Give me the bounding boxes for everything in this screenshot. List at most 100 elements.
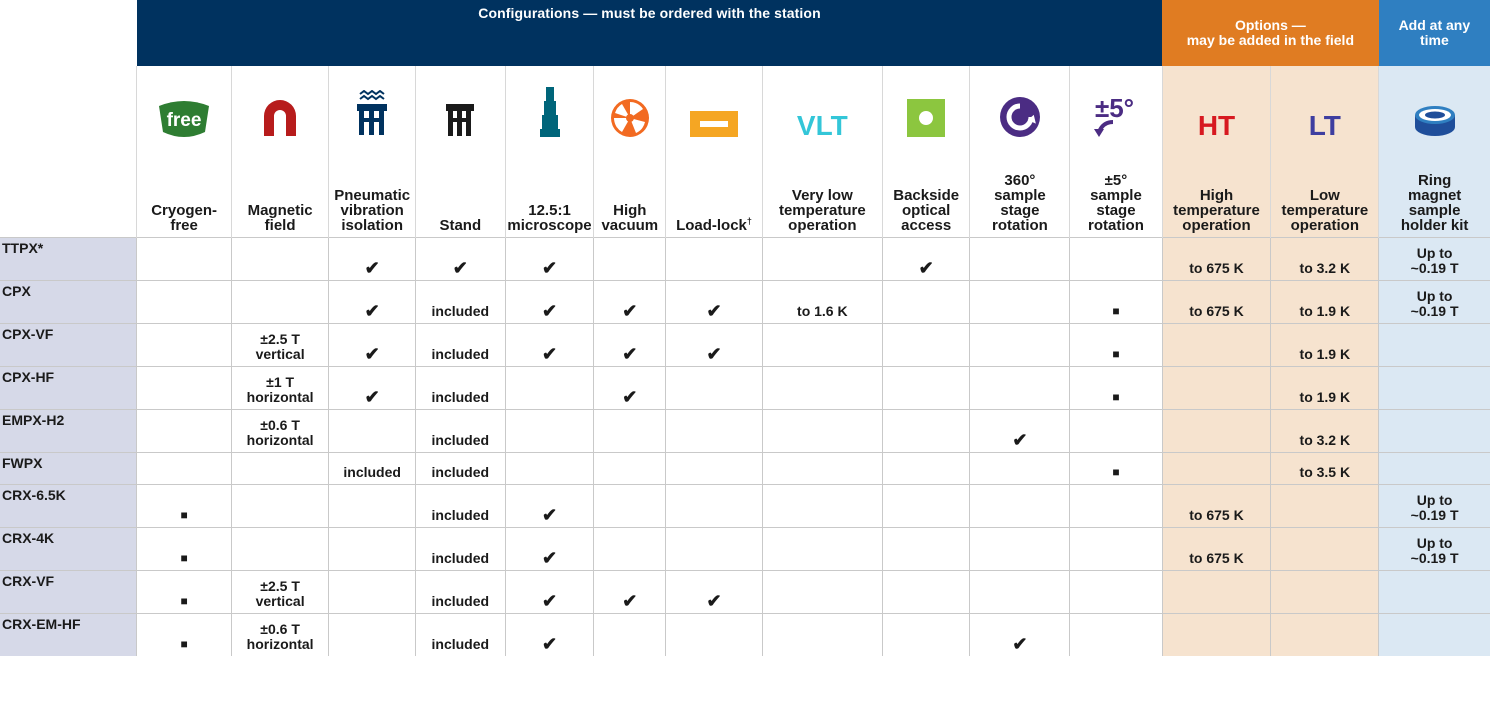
table-cell: to 675 K [1161, 484, 1271, 528]
column-label: Ring magnet sample holder kit [1378, 147, 1490, 238]
table-cell: ✔ [328, 280, 416, 324]
table-cell [881, 613, 970, 656]
column-label: Backside optical access [881, 147, 970, 238]
table-cell: ■ [1069, 323, 1163, 367]
table-cell: ±1 Thorizontal [230, 366, 329, 410]
table-cell [1069, 237, 1163, 281]
table-cell [328, 527, 416, 571]
table-cell: ✔ [328, 237, 416, 281]
table-cell [665, 409, 763, 453]
icon-row: free VLT ±5° HT LT [0, 66, 1490, 147]
table-cell: Up to ~0.19 T [1378, 280, 1490, 324]
table-cell [230, 237, 329, 281]
text-line: horizontal [246, 636, 314, 652]
icon-cell-360-rotation [969, 66, 1070, 147]
column-label: 360° sample stage rotation [969, 147, 1070, 238]
table-cell: ✔ [593, 570, 666, 614]
table-row: CPX ✔ included ✔ ✔ ✔ to 1.6 K ■ to 675 Kto 1.9 K… [0, 280, 1490, 324]
table-cell [136, 237, 232, 281]
table-row: CPX-HF ±1 Thorizontal ✔ included ✔ ■ to 1.9 K [0, 366, 1490, 410]
table-cell [504, 366, 594, 410]
text-line: ~0.19 T [1410, 260, 1459, 276]
table-cell: included [414, 409, 506, 453]
table-cell: Up to ~0.19 T [1378, 484, 1490, 528]
table-cell [761, 409, 883, 453]
model-name: TTPX* [0, 237, 137, 281]
table-cell [328, 484, 416, 528]
table-cell: to 1.6 K [761, 280, 883, 324]
text-line: Up to [1416, 288, 1453, 304]
icon-cell-vlt: VLT [761, 66, 883, 147]
table-cell: ✔ [969, 409, 1070, 453]
table-cell [1161, 613, 1271, 656]
table-cell [969, 366, 1070, 410]
table-row: CRX-VF ■ ±2.5 Tvertical included ✔ ✔ ✔ [0, 570, 1490, 614]
table-cell: ■ [136, 613, 232, 656]
table-cell [761, 484, 883, 528]
group-header-row: Configurations — must be ordered with th… [0, 0, 1490, 66]
column-label: Pneumatic vibration isolation [328, 147, 416, 238]
model-name: CPX-VF [0, 323, 137, 367]
table-cell: ✔ [328, 366, 416, 410]
table-cell [504, 452, 594, 485]
vibration-isolation-icon [357, 90, 388, 135]
text-line: ~0.19 T [1410, 303, 1459, 319]
table-cell: included [414, 366, 506, 410]
add-any-time-header: Add at any time [1378, 0, 1490, 66]
table-row: TTPX* ✔ ✔ ✔ ✔ to 675 Kto 3.2 K Up to ~0.19 T [0, 237, 1490, 281]
table-cell [761, 527, 883, 571]
table-cell [1069, 527, 1163, 571]
text-line: field [264, 217, 296, 234]
table-cell: ■ [136, 527, 232, 571]
table-cell [1069, 409, 1163, 453]
table-cell [593, 613, 666, 656]
column-label: Load-lock† [665, 147, 763, 238]
table-cell [881, 452, 970, 485]
table-cell [504, 409, 594, 453]
table-cell [665, 484, 763, 528]
table-cell: to 3.2 K [1270, 237, 1379, 281]
text-line: Load-lock [676, 217, 747, 234]
table-cell [328, 613, 416, 656]
table-cell [881, 409, 970, 453]
rotation-5deg-icon: ±5° [1091, 94, 1141, 138]
rotation-5deg-icon-label: ±5° [1094, 93, 1135, 123]
table-cell: ✔ [328, 323, 416, 367]
table-cell: ✔ [665, 570, 763, 614]
icon-cell-5deg-rotation: ±5° [1069, 66, 1163, 147]
table-cell [328, 570, 416, 614]
table-cell: ✔ [969, 613, 1070, 656]
table-cell [328, 409, 416, 453]
text-line: ±0.6 T [260, 621, 300, 637]
table-cell: ±2.5 Tvertical [230, 323, 329, 367]
table-cell [230, 484, 329, 528]
table-cell [881, 570, 970, 614]
table-cell [1270, 527, 1379, 571]
text-line: rotation [1088, 217, 1144, 234]
column-label: Cryogen-free [136, 147, 232, 238]
table-cell [665, 366, 763, 410]
table-cell [761, 237, 883, 281]
table-cell [761, 570, 883, 614]
table-cell [593, 484, 666, 528]
vacuum-fan-icon [610, 99, 649, 137]
table-cell [1161, 366, 1271, 410]
text-line: ~0.19 T [1410, 507, 1459, 523]
table-cell [1270, 570, 1379, 614]
table-cell [593, 527, 666, 571]
table-cell: ■ [136, 570, 232, 614]
table-cell [1069, 484, 1163, 528]
table-cell [969, 323, 1070, 367]
configurations-header: Configurations — must be ordered with th… [136, 0, 1163, 66]
table-cell: ✔ [504, 280, 594, 324]
text-line: ~0.19 T [1410, 550, 1459, 566]
microscope-icon [539, 87, 560, 137]
table-cell [881, 366, 970, 410]
text-line: Stand [439, 217, 482, 234]
table-cell [969, 452, 1070, 485]
table-cell: ✔ [504, 527, 594, 571]
table-cell [136, 323, 232, 367]
table-cell: ✔ [593, 280, 666, 324]
text-line: horizontal [246, 432, 314, 448]
icon-cell-ring-magnet [1378, 66, 1490, 147]
